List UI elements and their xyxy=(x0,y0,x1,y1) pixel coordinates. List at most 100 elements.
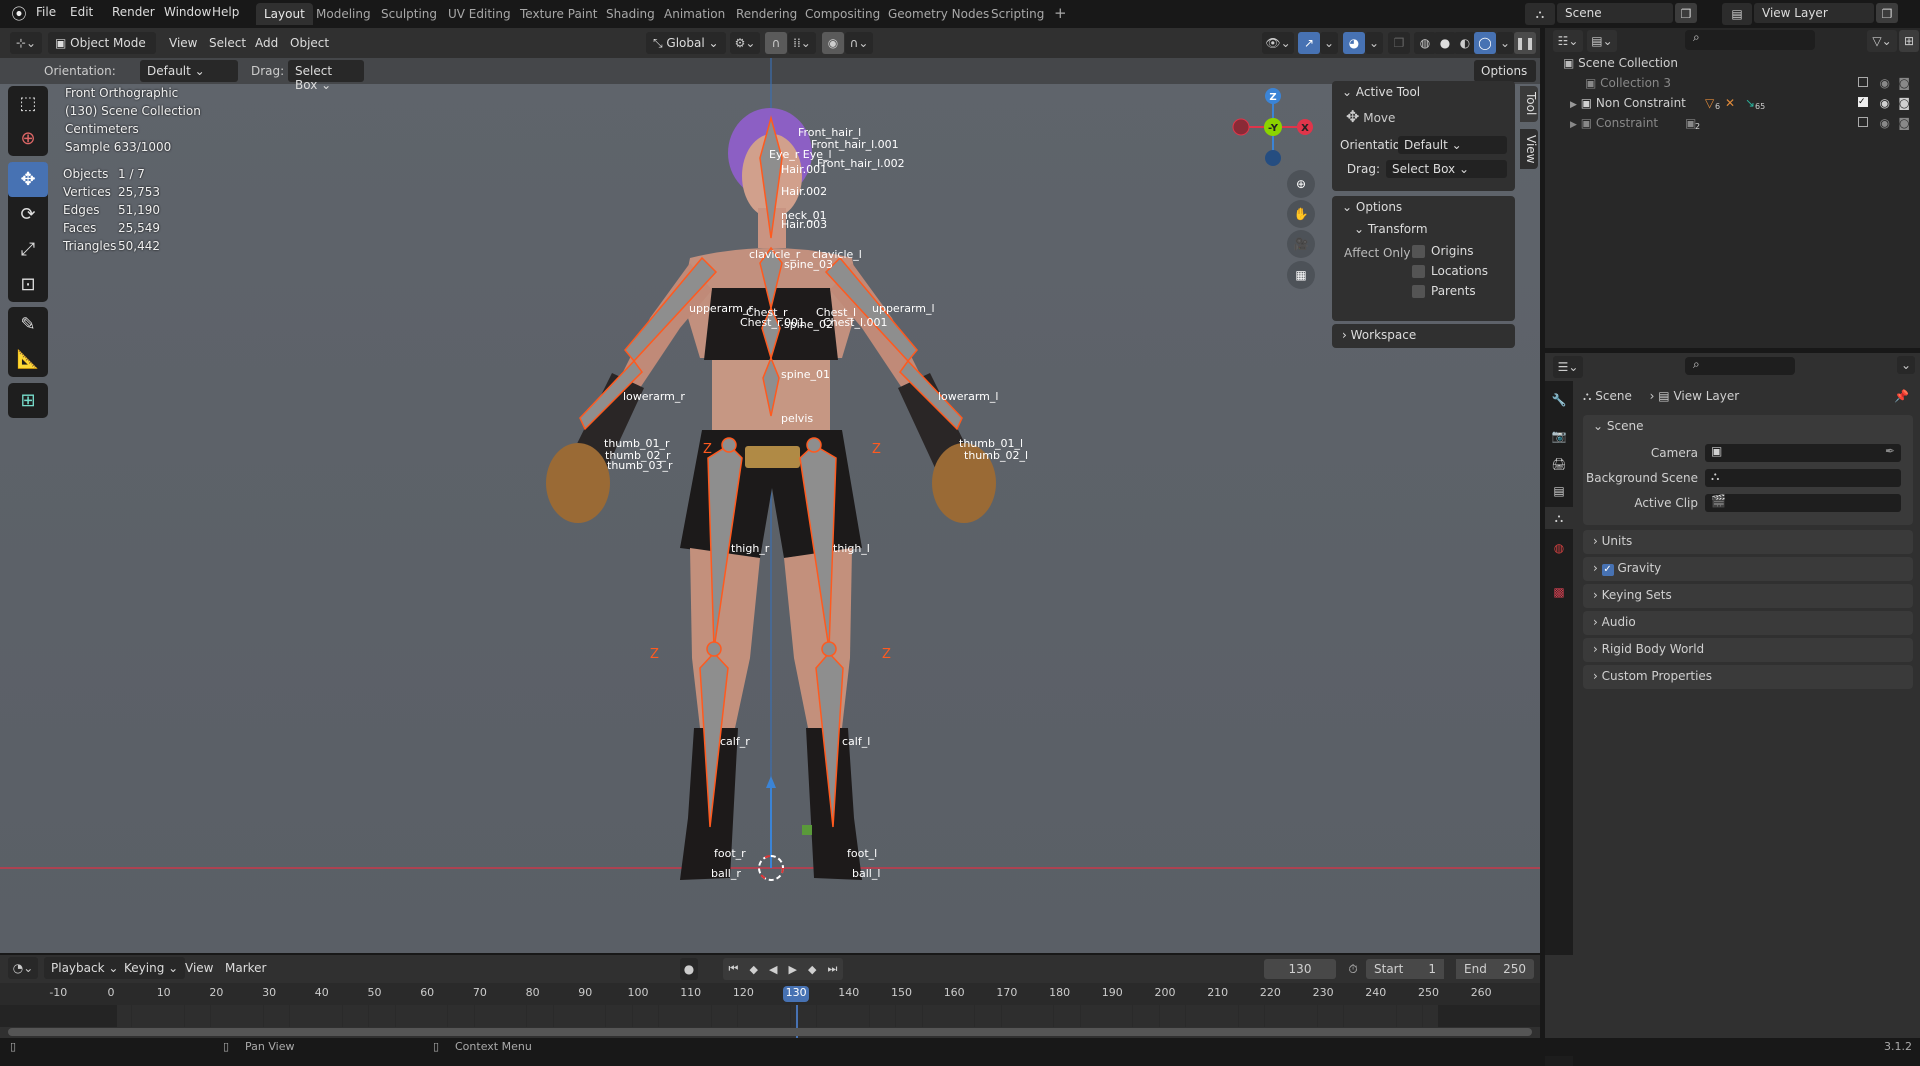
end-frame-field[interactable]: End 250 xyxy=(1456,959,1534,979)
tab-layout[interactable]: Layout xyxy=(256,3,313,25)
outliner-row-scene-collection[interactable]: ▣ Scene Collection xyxy=(1545,53,1920,73)
camera-icon[interactable]: ◙ xyxy=(1898,113,1910,133)
move-tool-icon[interactable]: ✥ xyxy=(8,162,48,197)
add-cube-tool-icon[interactable]: ⊞ xyxy=(8,383,48,418)
exclude-checkbox[interactable] xyxy=(1858,77,1868,87)
menu-help[interactable]: Help xyxy=(212,5,239,19)
shading-dropdown-icon[interactable]: ⌄ xyxy=(1496,32,1514,54)
properties-search-input[interactable]: ⌕ xyxy=(1685,357,1795,375)
rendered-shading-icon[interactable]: ◯ xyxy=(1474,32,1496,54)
background-scene-field[interactable]: ⛬ xyxy=(1705,469,1901,487)
scale-tool-icon[interactable]: ⤢ xyxy=(8,232,48,267)
options-header[interactable]: ⌄ Options xyxy=(1332,196,1515,218)
keying-menu[interactable]: Keying ⌄ xyxy=(117,957,186,979)
expand-arrow-icon[interactable]: ▶ xyxy=(1570,100,1577,110)
tab-animation[interactable]: Animation xyxy=(656,3,733,25)
pivot-point-icon[interactable]: ⚙⌄ xyxy=(730,32,760,54)
rigid-body-world-section[interactable]: › Rigid Body World xyxy=(1583,638,1913,662)
new-view-layer-icon[interactable]: ❐ xyxy=(1876,3,1898,23)
active-tool-header[interactable]: ⌄ Active Tool xyxy=(1332,81,1515,103)
transform-subpanel-header[interactable]: ⌄ Transform xyxy=(1332,218,1515,240)
active-clip-field[interactable]: 🎬 xyxy=(1705,494,1901,512)
tab-sculpting[interactable]: Sculpting xyxy=(373,3,445,25)
custom-properties-section[interactable]: › Custom Properties xyxy=(1583,665,1913,689)
tab-geometry-nodes[interactable]: Geometry Nodes xyxy=(880,3,997,25)
material-shading-icon[interactable]: ◐ xyxy=(1454,32,1476,54)
tab-tool[interactable]: Tool xyxy=(1520,86,1538,122)
start-frame-field[interactable]: Start 1 xyxy=(1366,959,1444,979)
view-layer-selector[interactable]: View Layer xyxy=(1754,3,1874,23)
current-frame-field[interactable]: 130 xyxy=(1264,959,1336,979)
origins-checkbox[interactable]: Origins xyxy=(1412,244,1474,258)
gizmo-neg-x[interactable] xyxy=(1232,118,1250,136)
measure-tool-icon[interactable]: 📐 xyxy=(8,342,48,377)
menu-view[interactable]: View xyxy=(162,32,204,54)
add-workspace-button[interactable]: + xyxy=(1046,3,1075,25)
xray-icon[interactable]: ❐ xyxy=(1388,32,1410,54)
new-collection-icon[interactable]: ⊞ xyxy=(1899,30,1919,52)
wireframe-shading-icon[interactable]: ◍ xyxy=(1414,32,1436,54)
menu-edit[interactable]: Edit xyxy=(70,5,93,19)
keying-sets-section[interactable]: › Keying Sets xyxy=(1583,584,1913,608)
eyedropper-icon[interactable]: ✒ xyxy=(1885,444,1895,458)
tab-texture-paint[interactable]: Texture Paint xyxy=(512,3,605,25)
audio-section[interactable]: › Audio xyxy=(1583,611,1913,635)
timeline-scrollbar[interactable] xyxy=(8,1028,1532,1036)
menu-add[interactable]: Add xyxy=(248,32,285,54)
view-layer-filter-icon[interactable]: ▤⌄ xyxy=(1587,30,1617,52)
gizmo-neg-z[interactable] xyxy=(1265,150,1281,166)
ortho-grid-icon[interactable]: ▦ xyxy=(1287,261,1315,289)
output-tab-icon[interactable]: 🖨 xyxy=(1548,453,1570,475)
snap-target-icon[interactable]: ⁞⁞⌄ xyxy=(788,32,816,54)
blender-logo-icon[interactable]: ⦿ xyxy=(8,3,30,25)
eye-icon[interactable]: ◉ xyxy=(1880,113,1890,133)
gizmo-toggle-icon[interactable]: ↗ xyxy=(1298,32,1320,54)
render-tab-icon[interactable]: 📷 xyxy=(1548,425,1570,447)
display-mode-icon[interactable]: ☷⌄ xyxy=(1553,30,1583,52)
menu-render[interactable]: Render xyxy=(112,5,155,19)
scene-tab-icon[interactable]: ⛬ xyxy=(1545,507,1573,529)
select-box-tool-icon[interactable]: ⬚ xyxy=(8,86,48,121)
camera-icon[interactable]: ◙ xyxy=(1898,93,1910,113)
tool-tab-icon[interactable]: 🔧 xyxy=(1548,389,1570,411)
scene-panel-header[interactable]: ⌄ Scene xyxy=(1583,415,1913,437)
playback-menu[interactable]: Playback ⌄ xyxy=(44,957,126,979)
snap-magnet-icon[interactable]: ∩ xyxy=(765,32,787,54)
frame-ruler[interactable]: -10 0 10 20 30 40 50 60 70 80 90 100 110 120 130 140 150… xyxy=(0,983,1540,1005)
cursor-tool-icon[interactable]: ⊕ xyxy=(8,121,48,156)
gizmo-dropdown-icon[interactable]: ⌄ xyxy=(1320,32,1338,54)
falloff-icon[interactable]: ∩⌄ xyxy=(845,32,873,54)
workspace-panel[interactable]: › Workspace xyxy=(1332,324,1515,348)
next-keyframe-icon[interactable]: ◆ xyxy=(808,963,816,976)
outliner-search-input[interactable]: ⌕ xyxy=(1685,30,1815,50)
play-reverse-icon[interactable]: ◀ xyxy=(769,963,777,976)
tab-view[interactable]: View xyxy=(1520,129,1538,169)
menu-select[interactable]: Select xyxy=(202,32,253,54)
gizmo-z-arrowhead[interactable] xyxy=(766,776,776,788)
outliner-row[interactable]: ▶ ▣ Non Constraint ▽ 6 ✕ ↘ 65 ✓ ◉ ◙ xyxy=(1545,93,1920,113)
tab-scripting[interactable]: Scripting xyxy=(983,3,1052,25)
zoom-view-icon[interactable]: ⊕ xyxy=(1287,170,1315,198)
prev-keyframe-icon[interactable]: ◆ xyxy=(749,963,757,976)
timeline-view-menu[interactable]: View xyxy=(178,957,220,979)
scene-icon[interactable]: ⛬ xyxy=(1525,3,1555,25)
units-section[interactable]: › Units xyxy=(1583,530,1913,554)
scene-selector[interactable]: Scene xyxy=(1557,3,1673,23)
outliner-row[interactable]: ▶ ▣ Constraint ▣ 2 ◉ ◙ xyxy=(1545,113,1920,133)
jump-start-icon[interactable]: ⏮ xyxy=(729,962,739,976)
view-layer-tab-icon[interactable]: ▤ xyxy=(1548,480,1570,502)
annotate-tool-icon[interactable]: ✎ xyxy=(8,307,48,342)
eye-icon[interactable]: ◉ xyxy=(1880,73,1890,93)
orientation-dropdown[interactable]: Default ⌄ xyxy=(1398,136,1507,154)
play-icon[interactable]: ▶ xyxy=(789,963,797,976)
menu-file[interactable]: File xyxy=(36,5,56,19)
camera-view-icon[interactable]: 🎥 xyxy=(1287,230,1315,258)
overlays-dropdown-icon[interactable]: ⌄ xyxy=(1365,32,1383,54)
exclude-checkbox-checked[interactable]: ✓ xyxy=(1858,97,1868,107)
marker-menu[interactable]: Marker xyxy=(218,957,273,979)
eye-icon[interactable]: ◉ xyxy=(1880,93,1890,113)
expand-arrow-icon[interactable]: ▶ xyxy=(1570,120,1577,130)
stopwatch-icon[interactable]: ⏱ xyxy=(1342,958,1364,980)
transform-orientation-dropdown[interactable]: ⤡ Global ⌄ xyxy=(646,32,726,54)
editor-type-icon[interactable]: ⊹⌄ xyxy=(10,32,42,54)
